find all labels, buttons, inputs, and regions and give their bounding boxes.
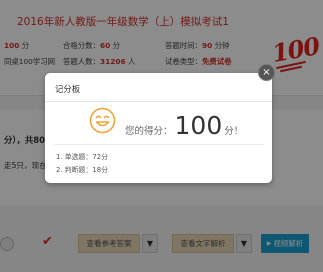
score-label: 您的得分：: [125, 126, 173, 137]
score-value: 100: [174, 111, 223, 140]
score-detail-item: 2. 判断题：18分: [56, 166, 108, 174]
scoreboard-modal: 记分板 您的得分： 100 分！ 1. 单选题：72分 2. 判断题：18分: [45, 73, 272, 183]
modal-title-divider: [45, 101, 272, 102]
score-detail-item: 1. 单选题：72分: [56, 153, 108, 161]
score-summary: 您的得分： 100 分！: [125, 111, 243, 140]
close-icon[interactable]: ×: [258, 64, 275, 81]
modal-title: 记分板: [55, 84, 81, 94]
smiley-icon: [89, 107, 116, 134]
detail-divider: [53, 144, 264, 145]
score-unit: 分！: [224, 126, 244, 137]
